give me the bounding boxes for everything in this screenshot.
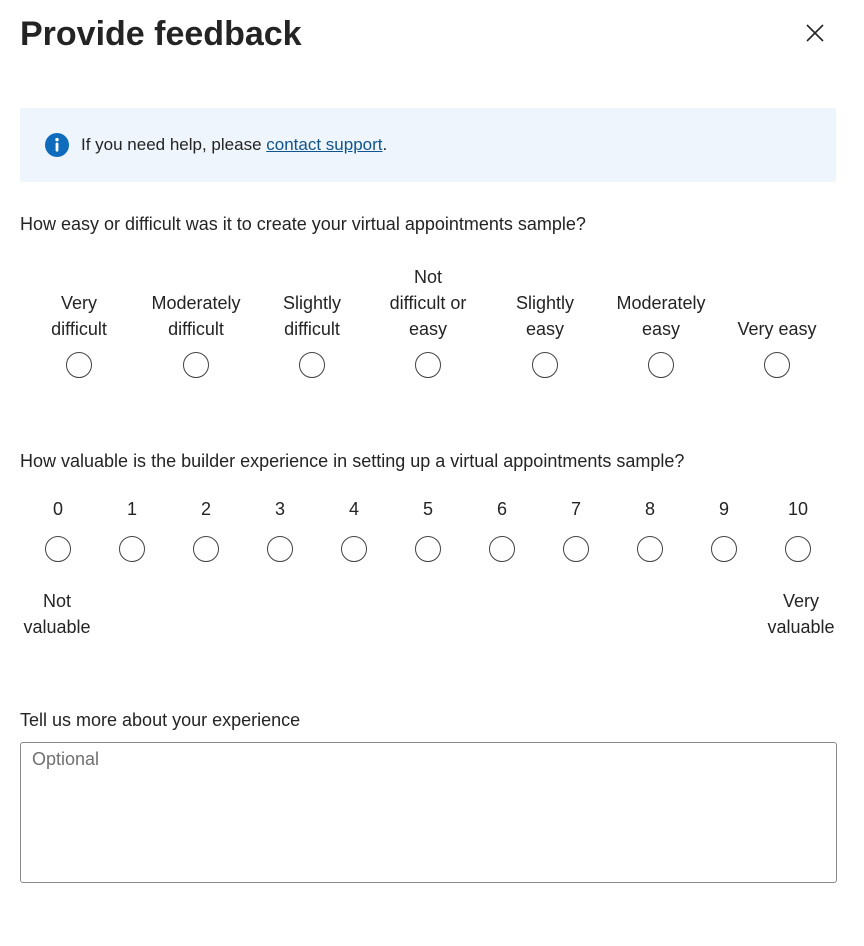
value-option-number: 6 xyxy=(496,499,507,519)
ease-option-label: Slightly easy xyxy=(487,290,603,342)
comments-label: Tell us more about your experience xyxy=(20,710,301,730)
ease-option[interactable]: Very easy xyxy=(719,258,835,382)
value-radio[interactable] xyxy=(489,536,515,562)
value-option[interactable]: 1 xyxy=(112,496,152,562)
ease-option-label-line: difficult xyxy=(168,319,224,339)
close-button[interactable] xyxy=(802,20,828,46)
comments-textarea[interactable] xyxy=(20,742,837,883)
ease-option-label-line: Very easy xyxy=(737,319,817,339)
scale-high-label-line: valuable xyxy=(767,617,835,637)
value-option[interactable]: 8 xyxy=(630,496,670,562)
value-option[interactable]: 10 xyxy=(778,496,818,562)
value-option[interactable]: 3 xyxy=(260,496,300,562)
value-radio[interactable] xyxy=(637,536,663,562)
ease-option-label-line: Moderately xyxy=(151,293,241,313)
banner-text: If you need help, please xyxy=(81,135,267,154)
value-radio[interactable] xyxy=(45,536,71,562)
ease-radio[interactable] xyxy=(532,352,558,378)
value-option-number: 0 xyxy=(52,499,63,519)
ease-option-label-line: easy xyxy=(408,319,448,339)
ease-option-label-line: Not xyxy=(413,267,442,287)
ease-option-label-line: difficult xyxy=(51,319,107,339)
ease-option-label: Very difficult xyxy=(21,290,137,342)
value-option[interactable]: 6 xyxy=(482,496,522,562)
ease-option-label: Very easy xyxy=(719,316,835,342)
question-value: How valuable is the builder experience i… xyxy=(20,451,685,471)
scale-high-label-line: Very xyxy=(782,591,820,611)
ease-option-label-line: difficult or xyxy=(389,293,467,313)
ease-option[interactable]: Moderately difficult xyxy=(138,258,254,382)
ease-option-label-line: Slightly xyxy=(282,293,342,313)
scale-high-label: Very valuable xyxy=(764,588,838,640)
value-option-number: 7 xyxy=(570,499,581,519)
scale-low-label-line: Not xyxy=(42,591,71,611)
value-option-number: 4 xyxy=(348,499,359,519)
value-radio[interactable] xyxy=(711,536,737,562)
banner-text-end: . xyxy=(382,135,388,154)
ease-radio[interactable] xyxy=(66,352,92,378)
question-ease: How easy or difficult was it to create y… xyxy=(20,214,586,234)
value-option-number: 1 xyxy=(126,499,137,519)
help-banner: If you need help, please contact support… xyxy=(20,108,836,182)
close-icon xyxy=(806,24,824,42)
value-option[interactable]: 0 xyxy=(38,496,78,562)
ease-option[interactable]: Moderately easy xyxy=(603,258,719,382)
ease-radio[interactable] xyxy=(764,352,790,378)
ease-option-label-line: Moderately xyxy=(616,293,706,313)
ease-option[interactable]: Very difficult xyxy=(21,258,137,382)
ease-option[interactable]: Not difficult or easy xyxy=(370,258,486,382)
info-icon xyxy=(44,132,70,158)
ease-option-label: Moderately easy xyxy=(603,290,719,342)
ease-radio[interactable] xyxy=(648,352,674,378)
value-option-number: 5 xyxy=(422,499,433,519)
value-option-number: 9 xyxy=(718,499,729,519)
contact-support-link[interactable]: contact support xyxy=(266,135,382,154)
dialog-title: Provide feedback xyxy=(20,15,302,53)
value-option-number: 8 xyxy=(644,499,655,519)
dialog-header: Provide feedback xyxy=(20,12,844,56)
value-option[interactable]: 2 xyxy=(186,496,226,562)
value-radio[interactable] xyxy=(193,536,219,562)
ease-radio[interactable] xyxy=(183,352,209,378)
ease-option-label-line: easy xyxy=(525,319,565,339)
ease-option-label-line: easy xyxy=(641,319,681,339)
value-option[interactable]: 7 xyxy=(556,496,596,562)
value-radio[interactable] xyxy=(563,536,589,562)
value-option-number: 2 xyxy=(200,499,211,519)
value-radio[interactable] xyxy=(415,536,441,562)
ease-option-label: Moderately difficult xyxy=(138,290,254,342)
ease-option[interactable]: Slightly easy xyxy=(487,258,603,382)
ease-option-label: Not difficult or easy xyxy=(370,264,486,342)
ease-option-label: Slightly difficult xyxy=(254,290,370,342)
value-option[interactable]: 5 xyxy=(408,496,448,562)
ease-option-label-line: Very xyxy=(60,293,98,313)
value-option[interactable]: 4 xyxy=(334,496,374,562)
ease-option-label-line: Slightly xyxy=(515,293,575,313)
scale-low-label-line: valuable xyxy=(23,617,91,637)
value-option-number: 3 xyxy=(274,499,285,519)
ease-radio[interactable] xyxy=(299,352,325,378)
value-option[interactable]: 9 xyxy=(704,496,744,562)
banner-message: If you need help, please contact support… xyxy=(81,135,387,155)
value-option-number: 10 xyxy=(787,499,809,519)
ease-option[interactable]: Slightly difficult xyxy=(254,258,370,382)
value-radio[interactable] xyxy=(119,536,145,562)
value-radio[interactable] xyxy=(341,536,367,562)
value-radio[interactable] xyxy=(267,536,293,562)
ease-option-label-line: difficult xyxy=(284,319,340,339)
value-radio[interactable] xyxy=(785,536,811,562)
scale-low-label: Not valuable xyxy=(20,588,94,640)
ease-radio[interactable] xyxy=(415,352,441,378)
